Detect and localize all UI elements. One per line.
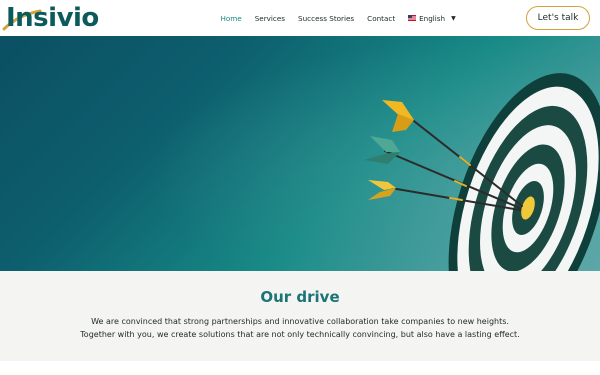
hero-banner (0, 36, 600, 271)
brand-logo[interactable]: Insivio (2, 3, 99, 33)
description-line-2: Together with you, we create solutions t… (80, 329, 520, 339)
brand-name: Insivio (6, 3, 99, 33)
caret-down-icon: ▼ (451, 14, 456, 22)
section-title: Our drive (260, 288, 340, 306)
lets-talk-button[interactable]: Let's talk (526, 6, 590, 30)
page-bottom-strip (0, 361, 600, 375)
our-drive-section: Our drive We are convinced that strong p… (0, 271, 600, 361)
nav-item-home[interactable]: Home (214, 14, 248, 23)
nav-item-contact[interactable]: Contact (361, 14, 402, 23)
site-header: Insivio Home Services Success Stories Co… (0, 0, 600, 36)
description-line-1: We are convinced that strong partnership… (91, 317, 509, 326)
target-arrows-image (0, 36, 600, 271)
main-nav: Home Services Success Stories Contact En… (214, 0, 462, 36)
us-flag-icon (408, 15, 417, 21)
language-selector[interactable]: English ▼ (402, 14, 463, 23)
nav-item-success-stories[interactable]: Success Stories (292, 14, 361, 23)
language-label: English (419, 13, 446, 23)
section-description: We are convinced that strong partnership… (0, 316, 600, 341)
nav-item-services[interactable]: Services (248, 14, 291, 23)
